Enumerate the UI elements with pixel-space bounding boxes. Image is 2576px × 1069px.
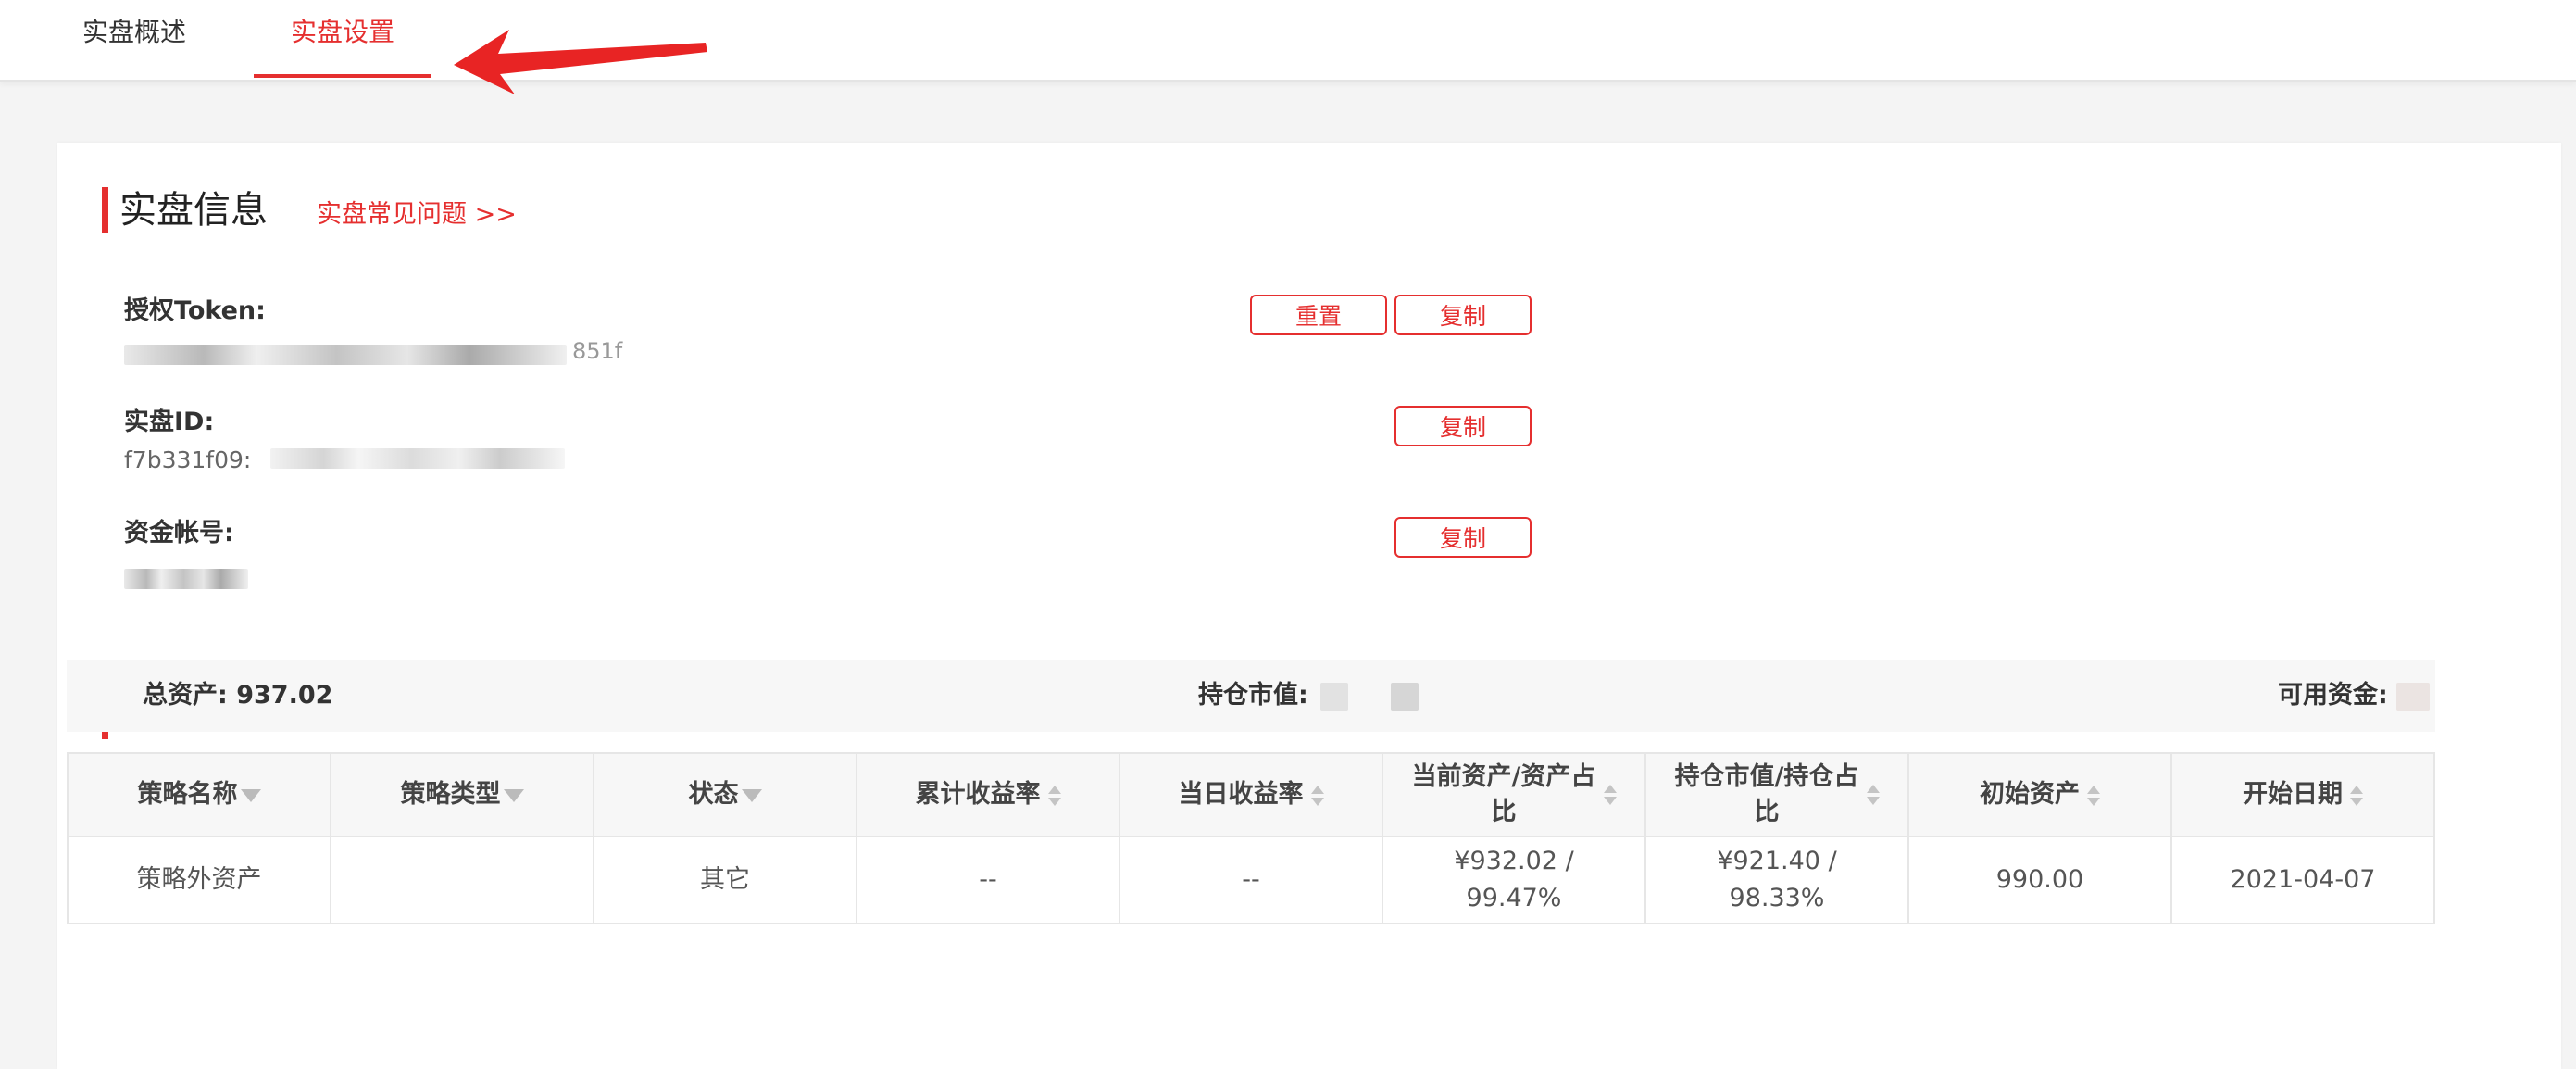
- token-masked-value: [124, 345, 567, 365]
- cell-strategy-type: [330, 836, 594, 924]
- strategy-table: 策略名称 策略类型 状态 累计收益率 当日收益率 当前资产/资产占比 持仓市值/…: [67, 752, 2435, 924]
- token-label: 授权Token:: [124, 296, 266, 325]
- cell-daily-return: --: [1119, 836, 1383, 924]
- tab-settings[interactable]: 实盘设置: [254, 0, 431, 78]
- table-row: 策略外资产 其它 -- -- ¥932.02 / 99.47% ¥921.40 …: [67, 836, 2435, 924]
- filter-icon[interactable]: [240, 788, 261, 802]
- total-assets-label: 总资产:: [143, 681, 228, 710]
- holding-value-masked-2: [1390, 682, 1419, 711]
- total-assets: 总资产: 937.02: [143, 660, 332, 732]
- cell-current-assets: ¥932.02 / 99.47%: [1382, 836, 1646, 924]
- holding-value: 持仓市值:: [1198, 660, 1419, 732]
- col-start-date[interactable]: 开始日期: [2170, 752, 2435, 837]
- sort-icon[interactable]: [1867, 783, 1880, 807]
- cell-status: 其它: [593, 836, 857, 924]
- red-arrow-annotation-icon: [454, 30, 707, 94]
- col-status[interactable]: 状态: [593, 752, 857, 837]
- account-label: 资金帐号:: [124, 519, 234, 547]
- account-masked-value: [124, 569, 248, 589]
- sort-icon[interactable]: [2087, 784, 2100, 808]
- copy-account-button[interactable]: 复制: [1394, 517, 1532, 558]
- copy-id-button[interactable]: 复制: [1394, 406, 1532, 446]
- id-masked-value: [270, 448, 565, 469]
- available-funds-masked: [2396, 682, 2431, 711]
- cell-initial-assets: 990.00: [1907, 836, 2172, 924]
- holding-value-masked: [1320, 682, 1349, 711]
- id-value-prefix: f7b331f09:: [124, 446, 252, 473]
- total-assets-value: 937.02: [236, 681, 333, 710]
- token-value-suffix: 851f: [572, 338, 623, 364]
- table-header-row: 策略名称 策略类型 状态 累计收益率 当日收益率 当前资产/资产占比 持仓市值/…: [67, 752, 2435, 837]
- available-funds-label: 可用资金:: [2278, 681, 2388, 710]
- cell-holding-value: ¥921.40 / 98.33%: [1644, 836, 1909, 924]
- col-initial-assets[interactable]: 初始资产: [1907, 752, 2172, 837]
- col-current-assets[interactable]: 当前资产/资产占比: [1382, 752, 1646, 837]
- col-cumulative-return[interactable]: 累计收益率: [856, 752, 1120, 837]
- col-strategy-name[interactable]: 策略名称: [67, 752, 331, 837]
- info-section-title: 实盘信息: [102, 187, 268, 233]
- col-daily-return[interactable]: 当日收益率: [1119, 752, 1383, 837]
- filter-icon[interactable]: [741, 788, 762, 802]
- sort-icon[interactable]: [1047, 784, 1061, 808]
- top-tab-bar: 实盘概述 实盘设置: [0, 0, 2576, 94]
- sort-icon[interactable]: [1604, 783, 1617, 807]
- id-label: 实盘ID:: [124, 408, 215, 436]
- col-strategy-type[interactable]: 策略类型: [330, 752, 594, 837]
- filter-icon[interactable]: [503, 788, 524, 802]
- cell-start-date: 2021-04-07: [2170, 836, 2435, 924]
- asset-summary-bar: 总资产: 937.02 持仓市值: 可用资金:: [67, 660, 2435, 783]
- sort-icon[interactable]: [2350, 784, 2363, 808]
- main-card: 实盘信息 实盘常见问题 >> 授权Token: 851f 重置 复制 实盘ID:…: [57, 143, 2561, 1069]
- tab-overview[interactable]: 实盘概述: [56, 0, 213, 78]
- cell-cumulative-return: --: [856, 836, 1120, 924]
- holding-value-label: 持仓市值:: [1198, 681, 1308, 710]
- col-holding-value[interactable]: 持仓市值/持仓占比: [1644, 752, 1909, 837]
- cell-strategy-name: 策略外资产: [67, 836, 331, 924]
- sort-icon[interactable]: [1310, 784, 1324, 808]
- faq-link[interactable]: 实盘常见问题 >>: [317, 196, 517, 233]
- reset-token-button[interactable]: 重置: [1250, 295, 1387, 335]
- copy-token-button[interactable]: 复制: [1394, 295, 1532, 335]
